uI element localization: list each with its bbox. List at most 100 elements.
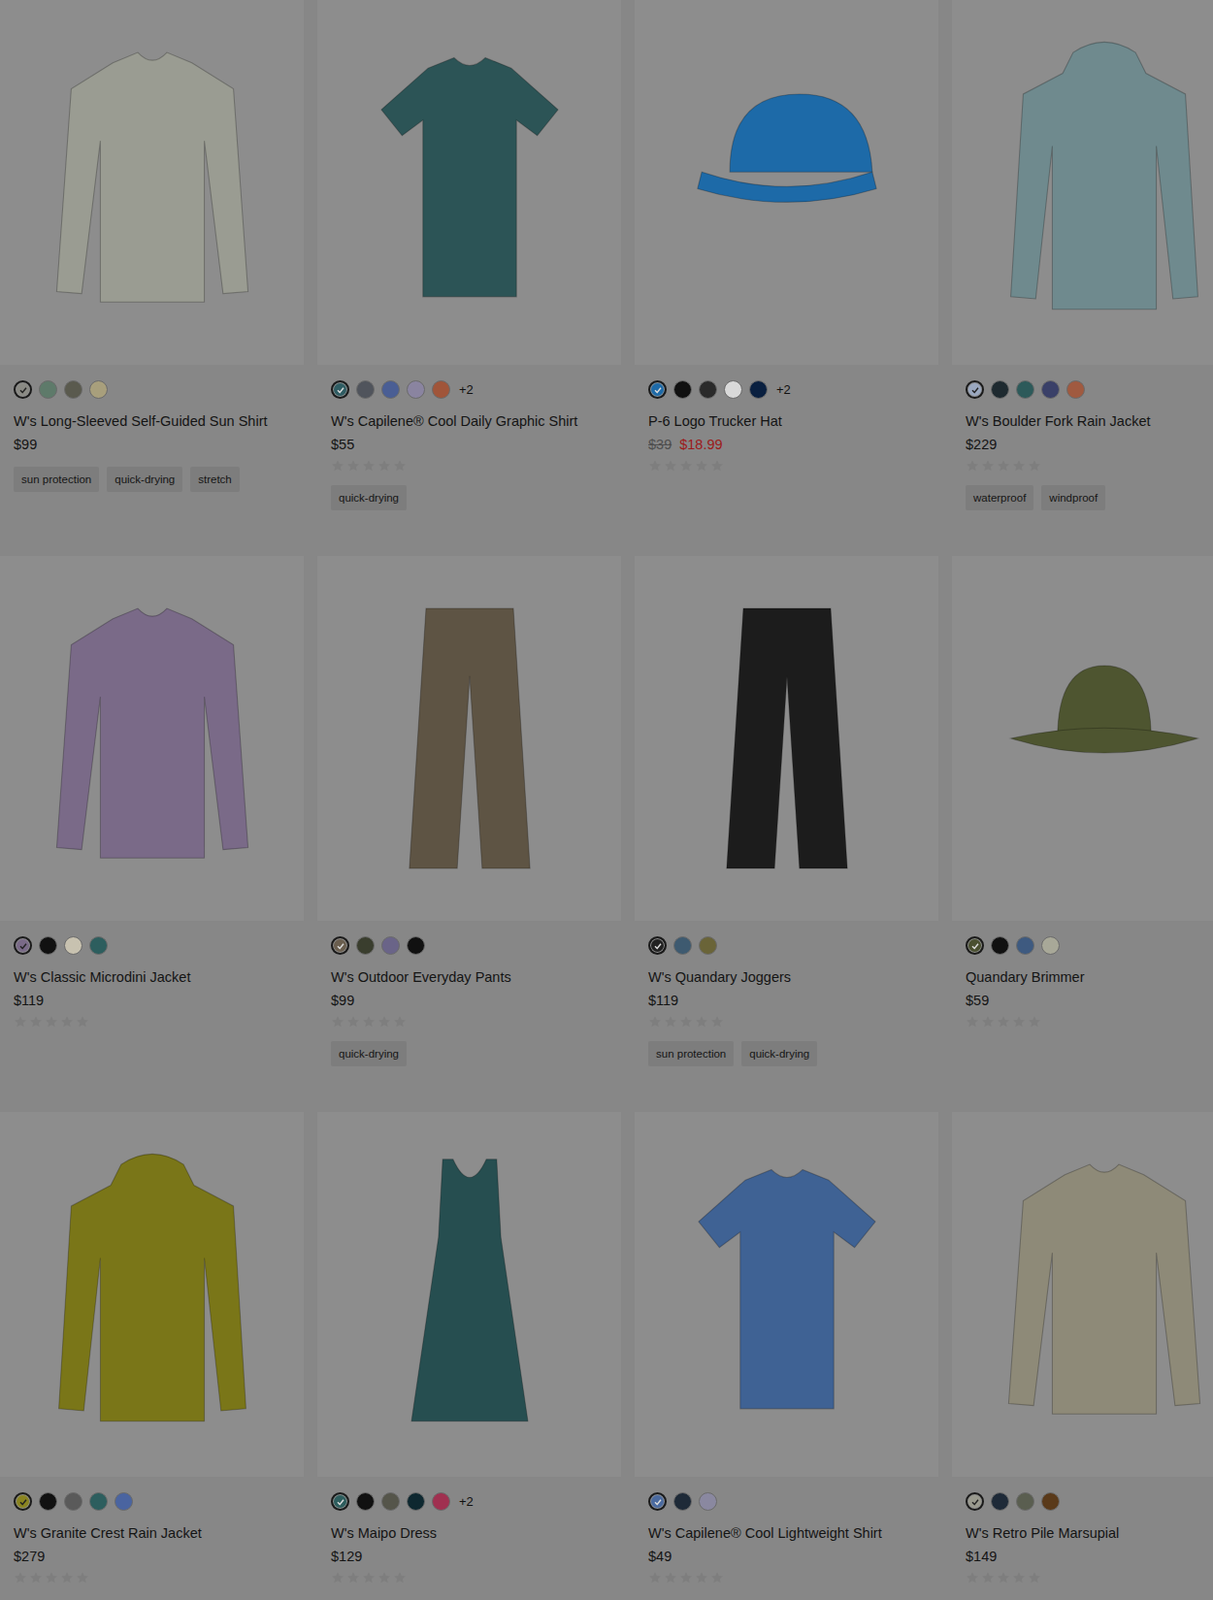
product-image-box[interactable] [0,0,304,365]
color-swatch[interactable] [1016,1492,1035,1511]
product-name[interactable]: W's Granite Crest Rain Jacket [13,1524,291,1543]
color-swatch[interactable] [749,380,768,399]
product-image-box[interactable] [951,0,1213,365]
product-card[interactable]: Quandary Brimmer$59 [951,556,1213,1097]
color-swatch[interactable] [990,936,1010,955]
product-image[interactable] [660,592,914,885]
product-card[interactable]: W's Boulder Fork Rain Jacket$229waterpro… [951,0,1213,541]
color-swatch[interactable] [13,380,33,399]
product-name[interactable]: W's Classic Microdini Jacket [13,968,291,987]
product-image-box[interactable] [0,1112,304,1477]
product-card[interactable]: W's Long-Sleeved Self-Guided Sun Shirt$9… [0,0,304,541]
color-swatch[interactable] [990,380,1010,399]
product-card[interactable]: W's Capilene® Cool Lightweight Shirt$49 [634,1112,939,1600]
color-swatch[interactable] [965,1492,984,1511]
color-swatch[interactable] [330,1492,350,1511]
color-swatch[interactable] [38,1492,58,1511]
color-swatch[interactable] [1016,936,1035,955]
color-swatch[interactable] [1066,380,1085,399]
color-swatch[interactable] [89,380,108,399]
color-swatch[interactable] [356,380,375,399]
color-swatch[interactable] [698,380,718,399]
product-card[interactable]: +2W's Maipo Dress$129 [317,1112,622,1600]
product-image[interactable] [978,1148,1213,1441]
color-swatch[interactable] [13,936,33,955]
color-swatch[interactable] [64,1492,83,1511]
color-swatch[interactable] [330,936,350,955]
color-swatch[interactable] [648,1492,667,1511]
product-image-box[interactable] [317,0,622,365]
product-name[interactable]: W's Retro Pile Marsupial [965,1524,1213,1543]
color-swatch[interactable] [38,380,58,399]
color-swatch[interactable] [13,1492,33,1511]
product-image[interactable] [343,36,596,328]
product-name[interactable]: P-6 Logo Trucker Hat [648,412,925,431]
color-swatch[interactable] [965,936,984,955]
more-colors[interactable]: +2 [776,382,791,397]
product-image-box[interactable] [0,556,304,921]
color-swatch[interactable] [89,936,108,955]
color-swatch[interactable] [673,380,692,399]
product-image-box[interactable] [634,556,939,921]
product-card[interactable]: W's Classic Microdini Jacket$119 [0,556,304,1097]
color-swatch[interactable] [648,936,667,955]
color-swatch[interactable] [673,936,692,955]
product-image-box[interactable] [951,556,1213,921]
color-swatch[interactable] [356,936,375,955]
color-swatch[interactable] [381,1492,400,1511]
product-image-box[interactable] [634,1112,939,1477]
product-image[interactable] [660,36,914,328]
product-card[interactable]: W's Granite Crest Rain Jacket$279 [0,1112,304,1600]
product-card[interactable]: W's Quandary Joggers$119sun protectionqu… [634,556,939,1097]
color-swatch[interactable] [38,936,58,955]
color-swatch[interactable] [431,1492,451,1511]
color-swatch[interactable] [698,936,718,955]
product-name[interactable]: W's Capilene® Cool Daily Graphic Shirt [330,412,608,431]
product-name[interactable]: W's Boulder Fork Rain Jacket [965,412,1213,431]
color-swatch[interactable] [990,1492,1010,1511]
color-swatch[interactable] [381,936,400,955]
color-swatch[interactable] [965,380,984,399]
color-swatch[interactable] [330,380,350,399]
product-image[interactable] [660,1148,914,1441]
product-image[interactable] [26,592,279,885]
product-image[interactable] [978,36,1213,328]
color-swatch[interactable] [723,380,743,399]
product-image-box[interactable] [951,1112,1213,1477]
color-swatch[interactable] [406,936,426,955]
color-swatch[interactable] [1041,936,1060,955]
color-swatch[interactable] [1041,1492,1060,1511]
product-image-box[interactable] [317,1112,622,1477]
color-swatch[interactable] [356,1492,375,1511]
product-image-box[interactable] [317,556,622,921]
product-name[interactable]: W's Long-Sleeved Self-Guided Sun Shirt [13,412,291,431]
color-swatch[interactable] [431,380,451,399]
product-image[interactable] [26,36,279,328]
product-card[interactable]: +2 W's Capilene® Cool Daily Graphic Shirt… [317,0,622,541]
color-swatch[interactable] [381,380,400,399]
product-card[interactable]: W's Outdoor Everyday Pants$99quick-dryin… [317,556,622,1097]
color-swatch[interactable] [64,380,83,399]
color-swatch[interactable] [114,1492,133,1511]
product-name[interactable]: Quandary Brimmer [965,968,1213,987]
product-image[interactable] [343,592,596,885]
color-swatch[interactable] [673,1492,692,1511]
color-swatch[interactable] [406,380,426,399]
product-card[interactable]: W's Retro Pile Marsupial$149 [951,1112,1213,1600]
color-swatch[interactable] [406,1492,426,1511]
color-swatch[interactable] [648,380,667,399]
product-name[interactable]: W's Quandary Joggers [648,968,925,987]
product-image[interactable] [343,1148,596,1441]
color-swatch[interactable] [64,936,83,955]
color-swatch[interactable] [1041,380,1060,399]
product-image[interactable] [978,592,1213,885]
more-colors[interactable]: +2 [458,382,474,397]
color-swatch[interactable] [89,1492,108,1511]
product-image-box[interactable] [634,0,939,365]
product-name[interactable]: W's Capilene® Cool Lightweight Shirt [648,1524,925,1543]
color-swatch[interactable] [1016,380,1035,399]
color-swatch[interactable] [698,1492,718,1511]
product-name[interactable]: W's Outdoor Everyday Pants [330,968,608,987]
product-image[interactable] [26,1148,279,1441]
more-colors[interactable]: +2 [458,1494,474,1509]
